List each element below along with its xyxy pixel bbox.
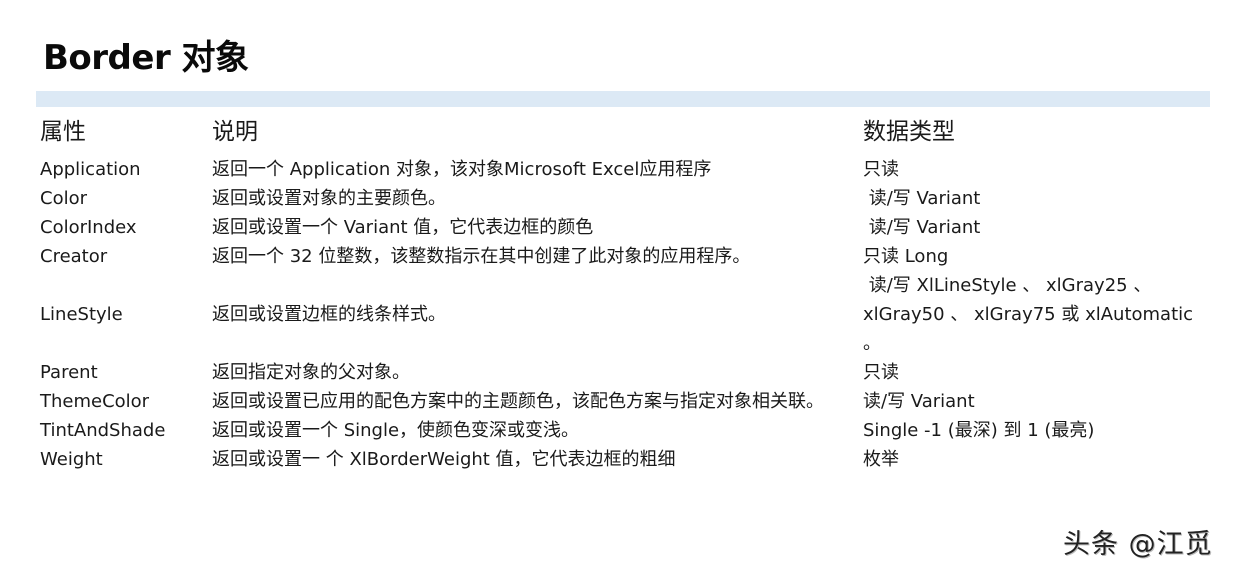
table-row: ThemeColor 返回或设置已应用的配色方案中的主题颜色，该配色方案与指定对… xyxy=(0,387,1246,416)
property-name: Weight xyxy=(40,449,103,470)
table-row: Weight 返回或设置一 个 XlBorderWeight 值，它代表边框的粗… xyxy=(0,445,1246,474)
property-name: ColorIndex xyxy=(40,217,137,238)
table-row: LineStyle 返回或设置边框的线条样式。 读/写 XlLineStyle … xyxy=(0,271,1246,358)
table-row: TintAndShade 返回或设置一个 Single，使颜色变深或变浅。 Si… xyxy=(0,416,1246,445)
property-description: 返回一个 Application 对象，该对象Microsoft Excel应用… xyxy=(212,159,712,180)
property-name: LineStyle xyxy=(40,304,123,325)
property-description: 返回指定对象的父对象。 xyxy=(212,362,410,383)
property-name: Creator xyxy=(40,246,108,267)
property-description: 返回或设置对象的主要颜色。 xyxy=(212,188,446,209)
property-description: 返回一个 32 位整数，该整数指示在其中创建了此对象的应用程序。 xyxy=(212,246,751,267)
property-table: Application 返回一个 Application 对象，该对象Micro… xyxy=(0,155,1246,474)
property-description: 返回或设置边框的线条样式。 xyxy=(212,304,446,325)
property-data-type: Single -1 (最深) 到 1 (最亮) xyxy=(863,420,1095,441)
property-data-type-line: xlGray50 、 xlGray75 或 xlAutomatic xyxy=(863,304,1194,325)
property-name: Parent xyxy=(40,362,98,383)
table-row: Application 返回一个 Application 对象，该对象Micro… xyxy=(0,155,1246,184)
property-name: Application xyxy=(40,159,141,180)
column-header-description: 说明 xyxy=(212,119,258,145)
property-description: 返回或设置一 个 XlBorderWeight 值，它代表边框的粗细 xyxy=(212,449,676,470)
page-title: Border 对象 xyxy=(43,38,249,78)
property-description: 返回或设置一个 Single，使颜色变深或变浅。 xyxy=(212,420,580,441)
property-data-type: 读/写 Variant xyxy=(863,217,981,238)
table-row: Parent 返回指定对象的父对象。 只读 xyxy=(0,358,1246,387)
column-header-property: 属性 xyxy=(40,119,86,145)
property-data-type: 只读 Long xyxy=(863,246,949,267)
property-data-type-line: 读/写 XlLineStyle 、 xlGray25 、 xyxy=(863,275,1152,296)
table-row: ColorIndex 返回或设置一个 Variant 值，它代表边框的颜色 读/… xyxy=(0,213,1246,242)
header-band xyxy=(36,91,1210,107)
property-description: 返回或设置一个 Variant 值，它代表边框的颜色 xyxy=(212,217,594,238)
property-data-type: 读/写 Variant xyxy=(863,188,981,209)
property-name: ThemeColor xyxy=(40,391,150,412)
property-data-type: 枚举 xyxy=(863,449,899,470)
table-row: Color 返回或设置对象的主要颜色。 读/写 Variant xyxy=(0,184,1246,213)
property-description: 返回或设置已应用的配色方案中的主题颜色，该配色方案与指定对象相关联。 xyxy=(212,391,824,412)
table-row: Creator 返回一个 32 位整数，该整数指示在其中创建了此对象的应用程序。… xyxy=(0,242,1246,271)
property-name: Color xyxy=(40,188,87,209)
property-data-type: 读/写 Variant xyxy=(863,391,975,412)
column-header-data-type: 数据类型 xyxy=(863,119,955,145)
watermark: 头条 @江觅 xyxy=(1063,529,1213,560)
property-name: TintAndShade xyxy=(40,420,166,441)
property-data-type: 只读 xyxy=(863,159,899,180)
property-data-type-line: 。 xyxy=(863,333,881,354)
property-data-type: 只读 xyxy=(863,362,899,383)
